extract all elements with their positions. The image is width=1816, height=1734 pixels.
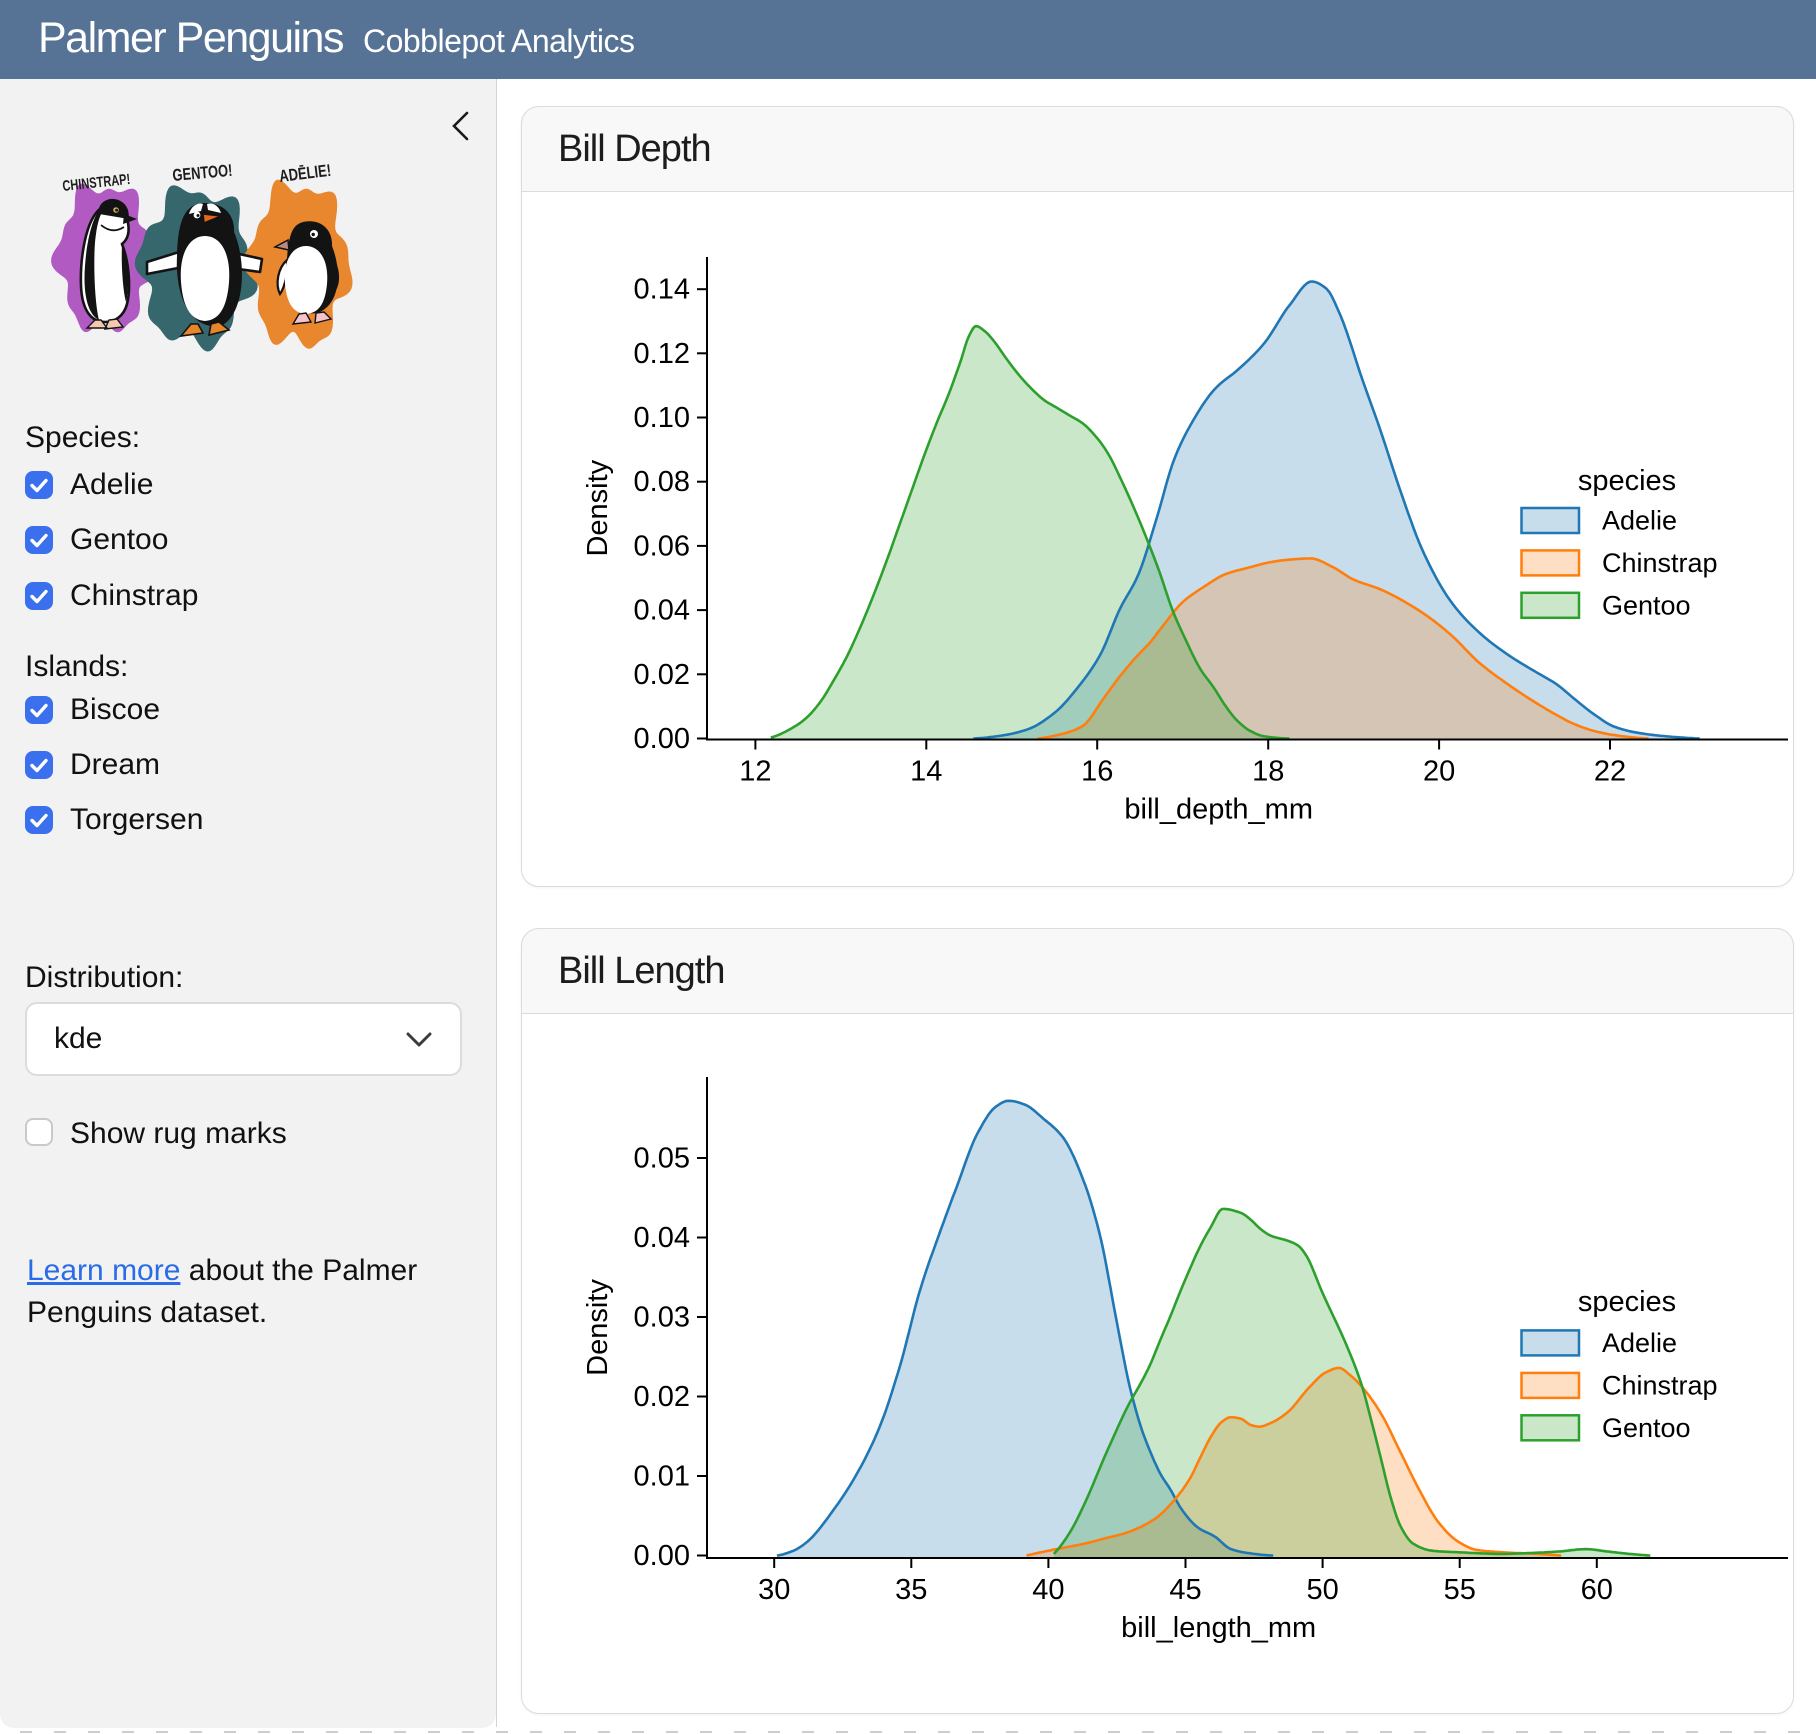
svg-text:0.02: 0.02 [634,659,690,691]
svg-text:0.14: 0.14 [634,274,690,306]
svg-text:0.04: 0.04 [634,595,690,627]
svg-text:species: species [1578,1286,1676,1318]
svg-text:0.04: 0.04 [634,1222,690,1254]
svg-text:0.03: 0.03 [634,1302,690,1334]
svg-text:bill_depth_mm: bill_depth_mm [1124,794,1313,826]
svg-text:GENTOO!: GENTOO! [172,161,233,185]
svg-text:Adelie: Adelie [1602,1328,1677,1358]
svg-text:0.02: 0.02 [634,1381,690,1413]
svg-text:55: 55 [1444,1574,1476,1606]
svg-text:16: 16 [1081,756,1113,788]
svg-text:30: 30 [758,1574,790,1606]
svg-text:60: 60 [1581,1574,1613,1606]
svg-text:50: 50 [1306,1574,1338,1606]
svg-text:0.10: 0.10 [634,402,690,434]
svg-text:Gentoo: Gentoo [1602,1413,1691,1443]
svg-text:Density: Density [582,459,614,556]
svg-text:species: species [1578,465,1676,497]
svg-text:ADĒLIE!: ADĒLIE! [278,161,332,186]
svg-text:12: 12 [739,756,771,788]
svg-text:0.00: 0.00 [634,723,690,755]
svg-text:Adelie: Adelie [1602,506,1677,536]
svg-text:0.12: 0.12 [634,338,690,370]
svg-text:CHINSTRAP!: CHINSTRAP! [62,171,131,195]
svg-text:0.01: 0.01 [634,1461,690,1493]
svg-text:Chinstrap: Chinstrap [1602,1370,1718,1400]
svg-text:0.06: 0.06 [634,530,690,562]
svg-text:Gentoo: Gentoo [1602,590,1691,620]
svg-text:35: 35 [895,1574,927,1606]
svg-text:bill_length_mm: bill_length_mm [1121,1612,1316,1644]
svg-text:Chinstrap: Chinstrap [1602,548,1718,578]
svg-text:18: 18 [1252,756,1284,788]
svg-text:0.00: 0.00 [634,1540,690,1572]
svg-text:0.05: 0.05 [634,1143,690,1175]
svg-text:45: 45 [1169,1574,1201,1606]
svg-text:Density: Density [582,1279,614,1376]
svg-text:14: 14 [910,756,942,788]
svg-text:20: 20 [1423,756,1455,788]
svg-text:22: 22 [1594,756,1626,788]
svg-text:40: 40 [1032,1574,1064,1606]
svg-text:0.08: 0.08 [634,466,690,498]
